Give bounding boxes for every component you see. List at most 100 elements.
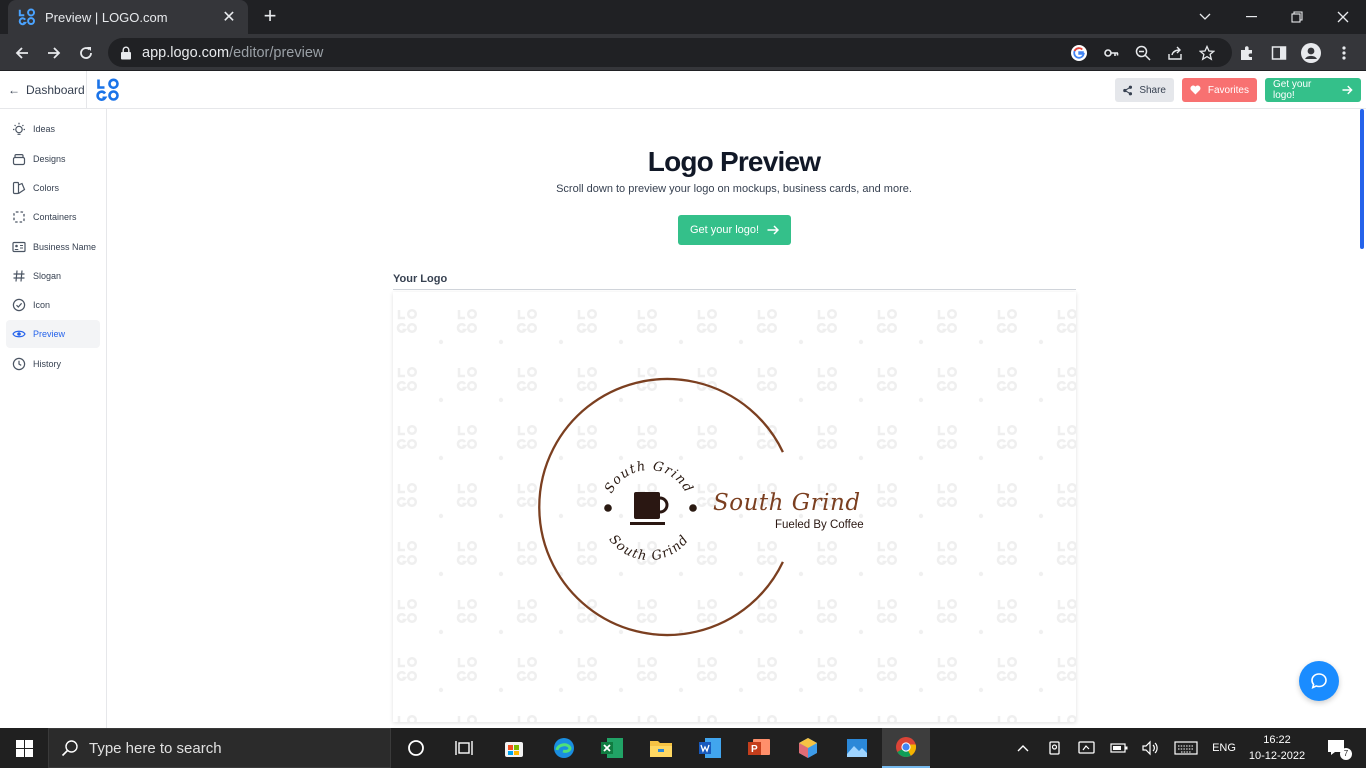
extensions-icon[interactable] [1236, 42, 1258, 64]
powerpoint-icon[interactable]: P [735, 728, 783, 768]
palette-icon [12, 181, 26, 195]
file-explorer-icon[interactable] [637, 728, 685, 768]
tab-search-chevron-icon[interactable] [1182, 0, 1228, 34]
dashboard-label: Dashboard [26, 82, 85, 97]
key-icon[interactable] [1102, 44, 1120, 62]
display-icon[interactable] [1076, 728, 1098, 768]
camera-icon[interactable] [1044, 728, 1066, 768]
hash-icon [13, 270, 25, 282]
browser-menu-icon[interactable] [1333, 42, 1355, 64]
logo-favicon-icon [18, 8, 36, 26]
word-icon[interactable] [686, 728, 734, 768]
chat-bubble-icon [1311, 673, 1327, 690]
slogan: Fueled By Coffee [775, 519, 864, 531]
dashboard-link[interactable]: ← Dashboard [8, 71, 85, 108]
lightbulb-icon [13, 122, 25, 135]
get-logo-label: Get your logo! [689, 224, 760, 236]
clock-icon [12, 357, 26, 371]
chrome-taskbar-icon[interactable] [882, 728, 930, 768]
sidebar-item-label: Colors [33, 183, 60, 193]
preview-main: Logo Preview Scroll down to preview your… [108, 109, 1358, 728]
sidebar-item-containers[interactable]: Containers [6, 203, 100, 231]
profile-avatar-icon[interactable] [1300, 42, 1322, 64]
start-button[interactable] [0, 728, 48, 768]
google-icon[interactable] [1070, 44, 1088, 62]
edge-icon[interactable] [540, 728, 588, 768]
clock[interactable]: 16:22 10-12-2022 [1241, 732, 1313, 764]
back-button[interactable] [8, 39, 36, 67]
minimize-button[interactable] [1228, 0, 1274, 34]
badge-dot-left [604, 504, 612, 512]
sidebar-item-label: Business Name [33, 242, 97, 252]
share-page-icon[interactable] [1166, 44, 1184, 62]
sidebar-item-designs[interactable]: Designs [6, 145, 100, 173]
heart-icon [1190, 85, 1201, 95]
windows-logo-icon [15, 739, 33, 757]
sidebar-item-label: Containers [33, 212, 77, 222]
url-host: app.logo.com [142, 44, 230, 61]
page-scrollbar[interactable] [1358, 109, 1366, 728]
sidebar-item-label: History [33, 359, 62, 369]
eye-icon [12, 330, 26, 338]
cortana-icon[interactable] [392, 728, 440, 768]
microsoft-store-icon[interactable] [490, 728, 538, 768]
header-get-logo-label: Get your logo! [1273, 79, 1312, 101]
address-bar[interactable]: app.logo.com/editor/preview [108, 38, 1232, 67]
touch-keyboard-icon[interactable] [1172, 728, 1200, 768]
business-name: South Grind [713, 490, 861, 516]
layers-icon [12, 154, 26, 166]
restore-button[interactable] [1274, 0, 1320, 34]
clock-date: 10-12-2022 [1248, 750, 1306, 762]
language-indicator[interactable]: ENG [1208, 728, 1240, 768]
share-button[interactable]: Share [1115, 78, 1174, 102]
logo-com-logo[interactable] [96, 78, 120, 102]
sidebar-item-ideas[interactable]: Ideas [6, 115, 100, 143]
favorites-button[interactable]: Favorites [1182, 78, 1257, 102]
sidebar-item-label: Icon [33, 300, 51, 310]
clock-time: 16:22 [1263, 734, 1291, 746]
sidebar-item-label: Slogan [33, 271, 62, 281]
sidebar-item-preview[interactable]: Preview [6, 320, 100, 348]
zoom-out-icon[interactable] [1134, 44, 1152, 62]
search-icon [61, 740, 78, 757]
sidebar-item-icon[interactable]: Icon [6, 291, 100, 319]
window-close-button[interactable] [1320, 0, 1366, 34]
lock-icon [121, 46, 131, 59]
volume-icon[interactable] [1139, 728, 1161, 768]
favorites-label: Favorites [1207, 84, 1249, 96]
share-label: Share [1139, 84, 1166, 96]
new-tab-button[interactable]: + [258, 5, 282, 29]
browser-tab-strip: Preview | LOGO.com ✕ + [0, 0, 1366, 34]
sidebar-item-colors[interactable]: Colors [6, 174, 100, 202]
sidebar-item-business-name[interactable]: Business Name [6, 233, 100, 261]
badge-dot-right [689, 504, 697, 512]
show-hidden-icons-chevron[interactable] [1012, 728, 1034, 768]
sidebar-item-slogan[interactable]: Slogan [6, 262, 100, 290]
reload-button[interactable] [72, 39, 100, 67]
3d-viewer-icon[interactable] [784, 728, 832, 768]
header-get-logo-button[interactable]: Get your logo! [1265, 78, 1361, 102]
bookmark-star-icon[interactable] [1198, 44, 1216, 62]
chat-support-button[interactable] [1299, 661, 1339, 701]
url-path: /editor/preview [229, 44, 324, 61]
forward-button[interactable] [40, 39, 68, 67]
task-view-icon[interactable] [440, 728, 488, 768]
header-divider [86, 71, 87, 108]
search-placeholder: Type here to search [89, 739, 222, 757]
get-logo-button[interactable]: Get your logo! [678, 215, 791, 245]
notification-count-badge: 7 [1340, 748, 1352, 760]
side-panel-icon[interactable] [1268, 42, 1290, 64]
logo-preview-canvas: South Grind South Grind South Grind Fuel… [393, 292, 1076, 722]
share-icon [1123, 85, 1133, 95]
browser-tab[interactable]: Preview | LOGO.com ✕ [8, 0, 248, 34]
sidebar-item-label: Designs [33, 154, 66, 164]
photos-icon[interactable] [833, 728, 881, 768]
excel-icon[interactable] [588, 728, 636, 768]
notifications-button[interactable]: 7 [1320, 728, 1354, 768]
battery-icon[interactable] [1108, 728, 1130, 768]
close-tab-icon[interactable]: ✕ [220, 7, 238, 27]
windows-taskbar: Type here to search P ENG 16:22 10-12-20… [0, 728, 1366, 768]
taskbar-search[interactable]: Type here to search [48, 728, 391, 768]
scrollbar-thumb[interactable] [1360, 109, 1364, 249]
sidebar-item-history[interactable]: History [6, 350, 100, 378]
